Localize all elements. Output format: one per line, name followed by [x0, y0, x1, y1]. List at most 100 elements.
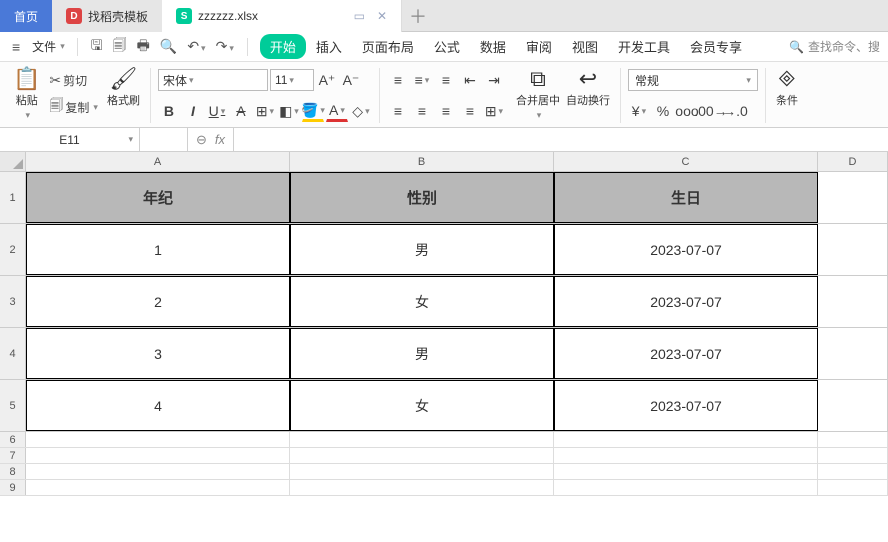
cell[interactable]	[554, 448, 818, 463]
row-header-6[interactable]: 6	[0, 432, 26, 447]
cell[interactable]: 2023-07-07	[554, 328, 818, 379]
ribbon-tab-member[interactable]: 会员专享	[680, 33, 752, 60]
cell[interactable]	[818, 448, 888, 463]
copy-button[interactable]: 🗐复制	[45, 93, 102, 121]
cell[interactable]: 2023-07-07	[554, 224, 818, 275]
tab-home[interactable]: 首页	[0, 0, 52, 32]
row-header-5[interactable]: 5	[0, 380, 26, 431]
cell[interactable]	[818, 380, 888, 431]
fill-effect-button[interactable]: ◧	[278, 100, 300, 122]
conditional-format-button[interactable]: 🞜条件	[773, 66, 801, 125]
decrease-decimal-button[interactable]: →.0	[724, 100, 746, 122]
print-preview-icon[interactable]: 🔍	[155, 34, 182, 59]
cell[interactable]	[818, 464, 888, 479]
fx-icon[interactable]: fx	[215, 132, 225, 147]
header-cell-gender[interactable]: 性别	[290, 172, 554, 223]
cell[interactable]: 2023-07-07	[554, 380, 818, 431]
undo-button[interactable]: ↶	[182, 34, 210, 59]
row-header-3[interactable]: 3	[0, 276, 26, 327]
cell[interactable]	[818, 224, 888, 275]
align-right-icon[interactable]: ≡	[435, 100, 457, 122]
cell[interactable]: 1	[26, 224, 290, 275]
cell[interactable]	[554, 464, 818, 479]
row-header-8[interactable]: 8	[0, 464, 26, 479]
new-tab-button[interactable]: ＋	[402, 0, 434, 32]
row-header-9[interactable]: 9	[0, 480, 26, 495]
increase-font-icon[interactable]: A⁺	[316, 69, 338, 91]
ribbon-tab-view[interactable]: 视图	[562, 33, 608, 60]
align-top-icon[interactable]: ≡	[387, 69, 409, 91]
print-icon[interactable]: 🖶	[132, 31, 155, 63]
col-header-a[interactable]: A	[26, 152, 290, 171]
ribbon-tab-dev[interactable]: 开发工具	[608, 33, 680, 60]
paste-button[interactable]: 📋粘贴	[10, 66, 43, 125]
font-color-button[interactable]: A	[326, 100, 348, 122]
cell[interactable]	[818, 432, 888, 447]
align-middle-icon[interactable]: ≡	[411, 69, 433, 91]
save-icon[interactable]: 🖫	[86, 31, 108, 63]
cell[interactable]	[290, 448, 554, 463]
hamburger-icon[interactable]: ≡	[8, 37, 24, 57]
cell[interactable]: 男	[290, 328, 554, 379]
align-center-icon[interactable]: ≡	[411, 100, 433, 122]
cell[interactable]: 男	[290, 224, 554, 275]
save-as-icon[interactable]: 🗐	[108, 31, 132, 63]
spreadsheet-grid[interactable]: A B C D 1 年纪 性别 生日 2 1 男 2023-07-07 3 2 …	[0, 152, 888, 496]
close-tab-icon[interactable]: ✕	[377, 9, 387, 23]
col-header-c[interactable]: C	[554, 152, 818, 171]
cell[interactable]	[818, 328, 888, 379]
cut-button[interactable]: ✂剪切	[45, 70, 102, 91]
indent-increase-icon[interactable]: ⇥	[483, 69, 505, 91]
ribbon-tab-formula[interactable]: 公式	[424, 33, 470, 60]
bold-button[interactable]: B	[158, 100, 180, 122]
currency-button[interactable]: ¥	[628, 100, 650, 122]
font-name-select[interactable]: 宋体	[158, 69, 268, 91]
merge-center-button[interactable]: ⧉合并居中	[513, 66, 563, 125]
row-header-1[interactable]: 1	[0, 172, 26, 223]
cell[interactable]: 女	[290, 380, 554, 431]
row-header-4[interactable]: 4	[0, 328, 26, 379]
number-format-select[interactable]: 常规▾	[628, 69, 758, 91]
ribbon-tab-start[interactable]: 开始	[260, 34, 306, 59]
cell[interactable]	[26, 448, 290, 463]
strikethrough-button[interactable]: A	[230, 100, 252, 122]
underline-button[interactable]: U	[206, 100, 228, 122]
cell[interactable]: 2	[26, 276, 290, 327]
cell[interactable]: 女	[290, 276, 554, 327]
tab-document[interactable]: S zzzzzz.xlsx ▭ ✕	[162, 0, 402, 32]
cell[interactable]	[290, 432, 554, 447]
cell[interactable]	[26, 480, 290, 495]
cell[interactable]: 4	[26, 380, 290, 431]
cell[interactable]: 3	[26, 328, 290, 379]
ribbon-tab-data[interactable]: 数据	[470, 33, 516, 60]
cell[interactable]	[26, 464, 290, 479]
cell[interactable]	[554, 480, 818, 495]
indent-decrease-icon[interactable]: ⇤	[459, 69, 481, 91]
command-search[interactable]: 🔍 查找命令、搜	[789, 38, 880, 55]
col-header-b[interactable]: B	[290, 152, 554, 171]
ribbon-tab-insert[interactable]: 插入	[306, 33, 352, 60]
window-mode-icon[interactable]: ▭	[354, 9, 365, 23]
clear-format-button[interactable]: ◇	[350, 100, 372, 122]
name-box[interactable]: E11	[0, 128, 140, 151]
orientation-icon[interactable]: ⊞	[483, 100, 505, 122]
formula-input[interactable]	[234, 128, 888, 151]
cell[interactable]: 2023-07-07	[554, 276, 818, 327]
ribbon-tab-layout[interactable]: 页面布局	[352, 33, 424, 60]
header-cell-age[interactable]: 年纪	[26, 172, 290, 223]
col-header-d[interactable]: D	[818, 152, 888, 171]
cell[interactable]	[554, 432, 818, 447]
increase-decimal-button[interactable]: .00→	[700, 100, 722, 122]
format-painter-button[interactable]: 🖌格式刷	[104, 66, 143, 125]
cell[interactable]	[818, 276, 888, 327]
cell[interactable]	[26, 432, 290, 447]
row-header-2[interactable]: 2	[0, 224, 26, 275]
percent-button[interactable]: %	[652, 100, 674, 122]
align-bottom-icon[interactable]: ≡	[435, 69, 457, 91]
cancel-formula-icon[interactable]: ⊖	[196, 132, 207, 148]
borders-button[interactable]: ⊞	[254, 100, 276, 122]
cell[interactable]	[818, 172, 888, 223]
header-cell-birthday[interactable]: 生日	[554, 172, 818, 223]
font-size-select[interactable]: 11	[270, 69, 314, 91]
cell[interactable]	[290, 480, 554, 495]
